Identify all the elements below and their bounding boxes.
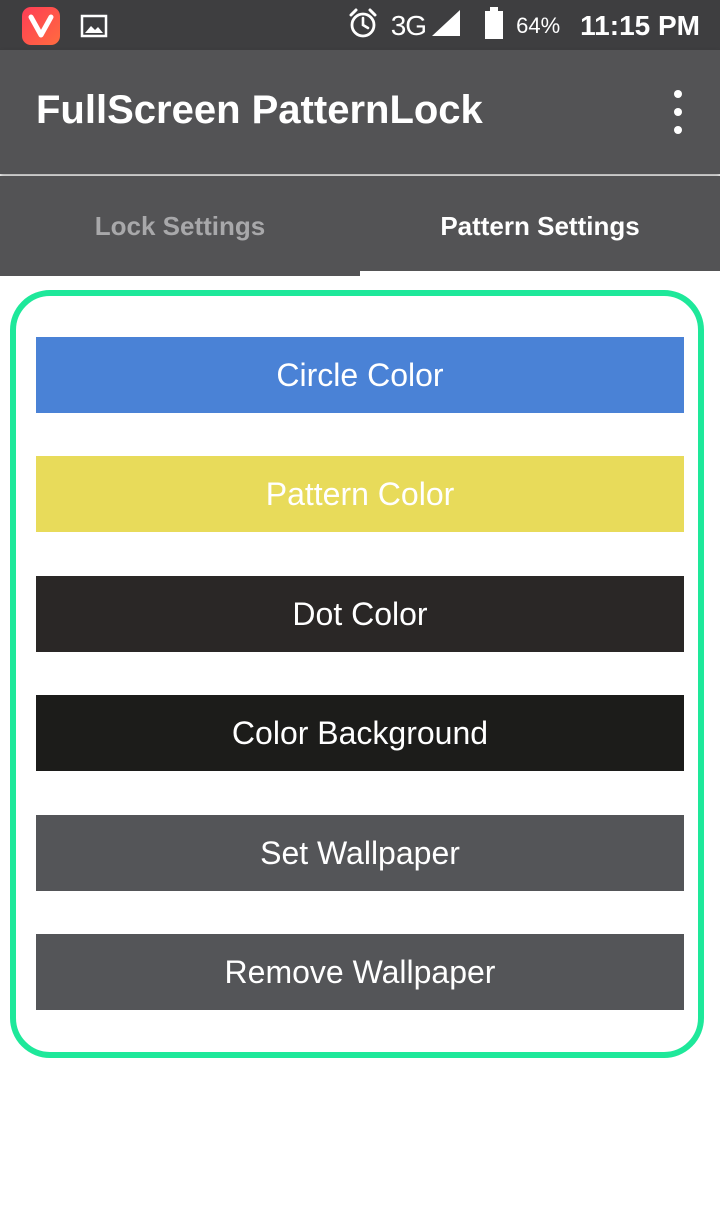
tab-selected-indicator xyxy=(360,271,720,276)
network-type-label: 3G xyxy=(390,10,427,41)
alarm-icon xyxy=(347,7,379,46)
status-bar: 3G 64% 11:15 PM xyxy=(0,0,720,50)
status-left xyxy=(22,6,108,46)
vidmate-app-icon xyxy=(22,7,60,45)
circle-color-button[interactable]: Circle Color xyxy=(36,337,684,413)
app-title: FullScreen PatternLock xyxy=(36,88,483,132)
tab-pattern-settings[interactable]: Pattern Settings xyxy=(360,176,720,276)
tab-label: Lock Settings xyxy=(94,210,266,241)
remove-wallpaper-button[interactable]: Remove Wallpaper xyxy=(36,934,684,1010)
more-vert-icon[interactable] xyxy=(666,90,690,134)
battery-icon xyxy=(484,6,504,47)
clock: 11:15 PM xyxy=(580,10,700,41)
app-bar: FullScreen PatternLock xyxy=(0,50,720,174)
dot-color-button[interactable]: Dot Color xyxy=(36,576,684,652)
battery-percent: 64% xyxy=(516,13,561,38)
tab-bar: Lock Settings Pattern Settings xyxy=(0,176,720,276)
signal-icon xyxy=(430,8,462,45)
screen: 3G 64% 11:15 PM FullScreen PatternLock L… xyxy=(0,0,720,1229)
status-right: 3G 64% 11:15 PM xyxy=(347,5,700,47)
color-background-button[interactable]: Color Background xyxy=(36,695,684,771)
tab-lock-settings[interactable]: Lock Settings xyxy=(0,176,360,276)
gallery-icon xyxy=(80,14,108,38)
tab-label: Pattern Settings xyxy=(440,210,640,241)
set-wallpaper-button[interactable]: Set Wallpaper xyxy=(36,815,684,891)
pattern-color-button[interactable]: Pattern Color xyxy=(36,456,684,532)
